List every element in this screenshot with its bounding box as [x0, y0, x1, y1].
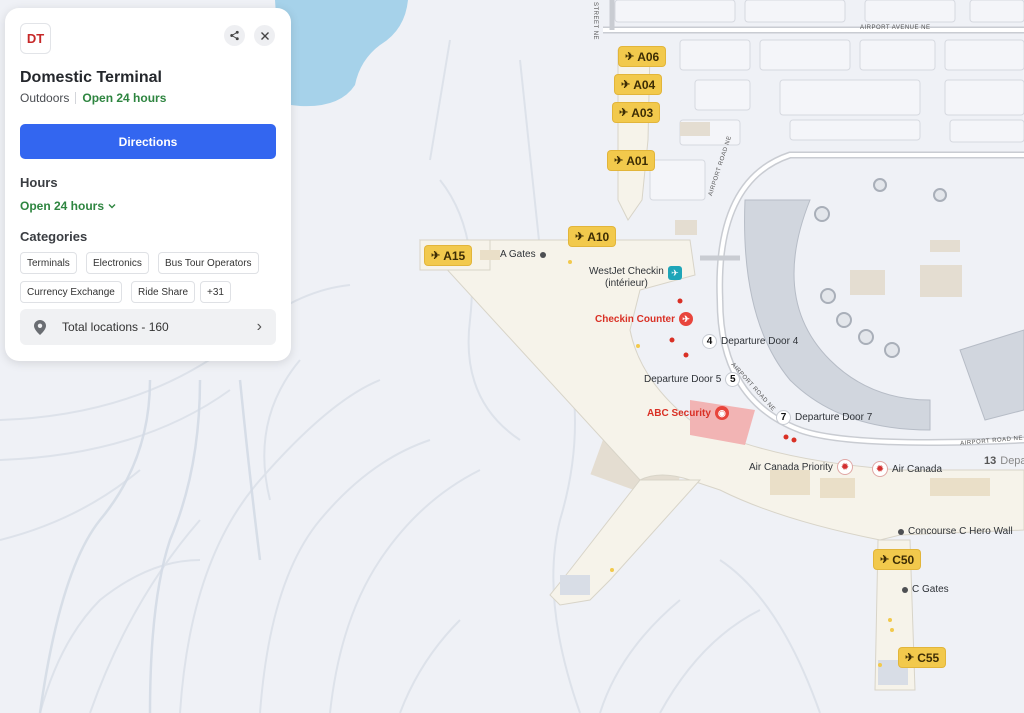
poi-departure-door-4[interactable]: 4 Departure Door 4 [702, 334, 798, 349]
gate-label: C55 [917, 650, 940, 665]
poi-label: Air Canada [892, 463, 943, 475]
gate-a10[interactable]: ✈ A10 [569, 227, 616, 246]
hours-heading: Hours [20, 175, 58, 190]
poi-checkin-counter[interactable]: Checkin Counter ✈ [595, 312, 694, 326]
gate-a01[interactable]: ✈ A01 [608, 151, 655, 170]
poi-dot-icon [902, 586, 908, 593]
door-number-icon: 5 [725, 372, 741, 387]
westjet-icon: ✈ [667, 266, 682, 280]
total-locations-row[interactable]: Total locations - 160 › [20, 309, 276, 345]
poi-dot-icon [898, 528, 904, 535]
location-pin-icon [34, 319, 48, 335]
poi-dot-icon [539, 251, 546, 258]
place-category: Outdoors [20, 91, 70, 105]
gate-label: A04 [633, 77, 656, 92]
poi-label: Departure Door 7 [795, 412, 873, 423]
door-number-icon: 4 [702, 334, 717, 349]
poi-departure-door-5[interactable]: Departure Door 55 [644, 372, 741, 387]
place-title: Domestic Terminal [20, 69, 162, 86]
gate-a06[interactable]: ✈ A06 [619, 47, 666, 66]
poi-label: Concourse C Hero Wall [908, 526, 1013, 537]
category-chip-terminals[interactable]: Terminals [20, 252, 77, 274]
poi-abc-security[interactable]: ABC Security ◉ [647, 406, 729, 420]
poi-concourse-c-hero-wall[interactable]: Concourse C Hero Wall [898, 526, 1013, 537]
place-subtitle: Outdoors Open 24 hours [20, 91, 166, 105]
gate-label: A15 [443, 248, 466, 263]
hours-value: Open 24 hours [20, 199, 105, 213]
share-button[interactable] [224, 25, 245, 46]
gate-a04[interactable]: ✈ A04 [615, 75, 662, 94]
door-number-icon: 7 [776, 410, 791, 425]
gate-a15[interactable]: ✈ A15 [425, 246, 472, 265]
gate-label: A03 [631, 105, 654, 120]
door-number-13: 13 [984, 455, 997, 467]
poi-label: C Gates [912, 584, 949, 595]
airplane-icon: ✈ [619, 107, 629, 119]
checkin-icon: ✈ [679, 312, 694, 326]
category-chip-currency-exchange[interactable]: Currency Exchange [20, 281, 122, 303]
poi-label: Departure Door 5 [644, 374, 722, 385]
categories-heading: Categories [20, 229, 88, 244]
gate-c55[interactable]: ✈ C55 [899, 648, 946, 667]
poi-departure-door-7[interactable]: 7 Departure Door 7 [776, 410, 872, 425]
poi-label: A Gates [500, 249, 536, 260]
share-icon [230, 30, 239, 41]
road-label-airport-avenue: AIRPORT AVENUE NE [860, 25, 931, 31]
poi-c-gates[interactable]: C Gates [902, 584, 949, 595]
poi-air-canada[interactable]: ✹ Air Canada [872, 461, 942, 477]
poi-label: Checkin Counter [595, 313, 676, 325]
open-status: Open 24 hours [82, 91, 167, 105]
road-label-street: STREET NE [592, 2, 598, 41]
category-chip-more[interactable]: +31 [200, 281, 231, 303]
close-button[interactable] [254, 25, 275, 46]
chevron-down-icon [108, 204, 116, 209]
gate-label: C50 [892, 552, 915, 567]
poi-air-canada-priority[interactable]: Air Canada Priority ✹ [749, 459, 853, 475]
maple-leaf-icon: ✹ [836, 459, 853, 475]
category-chip-ride-share[interactable]: Ride Share [131, 281, 196, 303]
place-details-panel: DT Domestic Terminal Outdoors Open 24 ho… [5, 8, 291, 361]
close-icon [260, 31, 269, 40]
directions-button[interactable]: Directions [20, 124, 276, 159]
gate-label: A01 [626, 153, 649, 168]
poi-label: ABC Security [647, 407, 711, 419]
maple-leaf-icon: ✹ [872, 461, 888, 477]
airplane-icon: ✈ [625, 51, 635, 63]
total-locations-label: Total locations - 160 [62, 320, 169, 334]
terminal-logo: DT [20, 23, 51, 54]
divider [75, 92, 77, 104]
poi-label: Departure Door 4 [721, 336, 799, 347]
category-chip-electronics[interactable]: Electronics [86, 252, 149, 274]
airplane-icon: ✈ [880, 554, 890, 566]
airplane-icon: ✈ [621, 79, 631, 91]
gate-a03[interactable]: ✈ A03 [613, 103, 660, 122]
poi-westjet-checkin[interactable]: WestJet Checkin (intérieur) ✈ [589, 266, 682, 290]
gate-label: A10 [587, 229, 610, 244]
gate-label: A06 [637, 49, 660, 64]
hours-dropdown[interactable]: Open 24 hours [20, 199, 116, 213]
poi-label: Air Canada Priority [749, 461, 833, 473]
poi-sublabel: (intérieur) [605, 278, 648, 289]
airplane-icon: ✈ [431, 250, 441, 262]
airplane-icon: ✈ [575, 231, 585, 243]
category-chip-bus-tour-operators[interactable]: Bus Tour Operators [158, 252, 259, 274]
gate-c50[interactable]: ✈ C50 [874, 550, 921, 569]
poi-label: WestJet Checkin [589, 266, 664, 277]
poi-departure-door-13[interactable]: 13 Depa [984, 455, 1024, 467]
chevron-right-icon: › [256, 318, 262, 335]
airplane-icon: ✈ [614, 155, 624, 167]
security-icon: ◉ [714, 406, 729, 420]
poi-a-gates[interactable]: A Gates [500, 249, 546, 260]
airplane-icon: ✈ [905, 652, 915, 664]
poi-label: Depa [1000, 455, 1024, 467]
